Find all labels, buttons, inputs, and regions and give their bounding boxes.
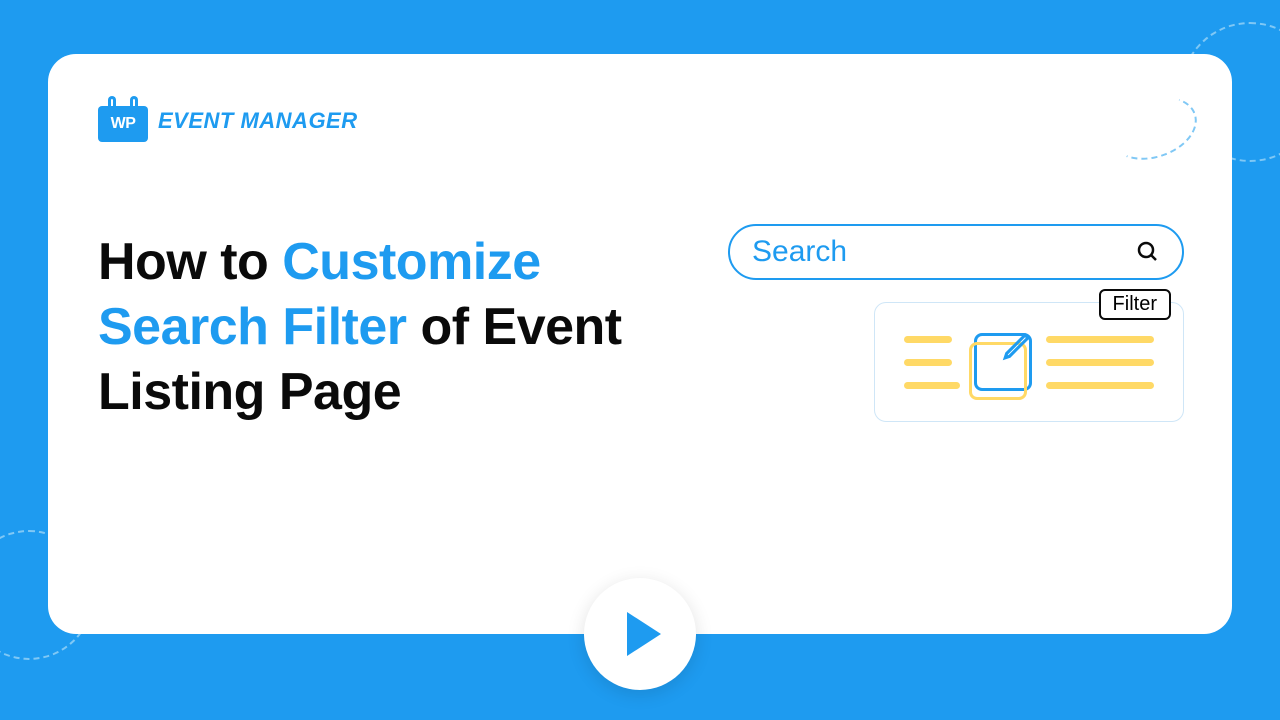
headline-part1: How to: [98, 233, 282, 291]
filter-panel[interactable]: Filter: [874, 302, 1184, 422]
filter-illustration: [891, 321, 1167, 403]
page-headline: How to Customize Search Filter of Event …: [98, 230, 658, 425]
filter-label: Filter: [1099, 289, 1171, 320]
search-input[interactable]: Search: [728, 224, 1184, 280]
search-placeholder-text: Search: [752, 235, 847, 269]
play-button[interactable]: [584, 578, 696, 690]
brand-logo: WP EVENT MANAGER: [98, 100, 1182, 142]
logo-icon-text: WP: [111, 115, 136, 133]
decoration-arc: [1101, 86, 1205, 171]
logo-brand-text: EVENT MANAGER: [158, 108, 358, 134]
logo-calendar-icon: WP: [98, 100, 148, 142]
pencil-icon: [1001, 328, 1035, 362]
play-icon: [627, 612, 661, 656]
search-icon: [1136, 240, 1160, 264]
compose-icon: [974, 333, 1032, 391]
content-card: WP EVENT MANAGER How to Customize Search…: [48, 54, 1232, 634]
